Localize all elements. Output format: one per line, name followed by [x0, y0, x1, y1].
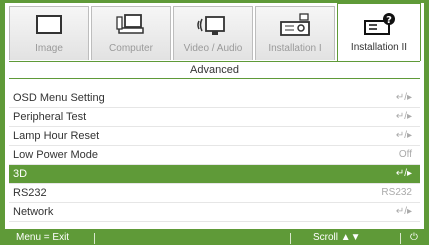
tab-installation-i[interactable]: Installation I	[255, 6, 335, 60]
menu-item-label: Low Power Mode	[13, 149, 98, 161]
menu-exit-hint: Menu = Exit	[16, 232, 70, 243]
scroll-hint: Scroll ▲▼	[313, 232, 361, 243]
power-icon: ⏻	[410, 232, 418, 243]
menu-item-label: 3D	[13, 168, 28, 180]
footer-divider	[94, 233, 95, 244]
section-title-bar: Advanced	[9, 61, 420, 79]
menu-item-peripheral-test[interactable]: Peripheral Test ↵/▸	[9, 108, 420, 127]
section-title: Advanced	[190, 64, 239, 76]
menu-item-label: Lamp Hour Reset	[13, 130, 100, 142]
footer-divider	[290, 233, 291, 244]
projector-icon	[278, 13, 312, 44]
svg-text:?: ?	[386, 15, 392, 26]
osd-panel: Image Computer Video / Audio Installatio…	[5, 3, 424, 229]
tab-bar: Image Computer Video / Audio Installatio…	[5, 3, 424, 61]
tab-label: Image	[35, 43, 63, 54]
menu-item-value: RS232	[381, 187, 412, 198]
menu-item-low-power-mode[interactable]: Low Power Mode Off	[9, 146, 420, 165]
video-audio-icon	[196, 13, 230, 44]
tab-label: Computer	[109, 43, 153, 54]
projector-settings-icon: ?	[361, 10, 397, 43]
menu-item-rs232[interactable]: RS232 RS232	[9, 184, 420, 203]
menu-item-lamp-hour-reset[interactable]: Lamp Hour Reset ↵/▸	[9, 127, 420, 146]
tab-computer[interactable]: Computer	[91, 6, 171, 60]
menu-item-network[interactable]: Network ↵/▸	[9, 203, 420, 222]
enter-arrow-icon: ↵/▸	[395, 168, 412, 179]
osd-frame: Image Computer Video / Audio Installatio…	[0, 0, 429, 232]
footer-divider	[400, 233, 401, 244]
enter-arrow-icon: ↵/▸	[395, 206, 412, 217]
menu-item-value: Off	[398, 149, 412, 160]
menu-item-label: RS232	[13, 187, 47, 199]
tab-label: Installation II	[350, 42, 408, 53]
enter-arrow-icon: ↵/▸	[395, 111, 412, 122]
menu-item-label: Peripheral Test	[13, 111, 87, 123]
tab-video-audio[interactable]: Video / Audio	[173, 6, 253, 60]
menu-item-3d[interactable]: 3D ↵/▸	[9, 165, 420, 184]
footer-bar: Menu = Exit Scroll ▲▼ ⏻	[0, 232, 429, 245]
enter-arrow-icon: ↵/▸	[395, 92, 412, 103]
menu-item-osd-menu-setting[interactable]: OSD Menu Setting ↵/▸	[9, 89, 420, 108]
computer-icon	[115, 13, 147, 44]
tab-installation-ii[interactable]: ? Installation II	[337, 3, 421, 61]
monitor-icon	[34, 13, 64, 42]
tab-label: Video / Audio	[183, 43, 243, 54]
enter-arrow-icon: ↵/▸	[395, 130, 412, 141]
menu-item-label: OSD Menu Setting	[13, 92, 105, 104]
menu-item-label: Network	[13, 206, 54, 218]
tab-label: Installation I	[268, 43, 322, 54]
tab-image[interactable]: Image	[9, 6, 89, 60]
menu-list: OSD Menu Setting ↵/▸ Peripheral Test ↵/▸…	[9, 89, 420, 222]
